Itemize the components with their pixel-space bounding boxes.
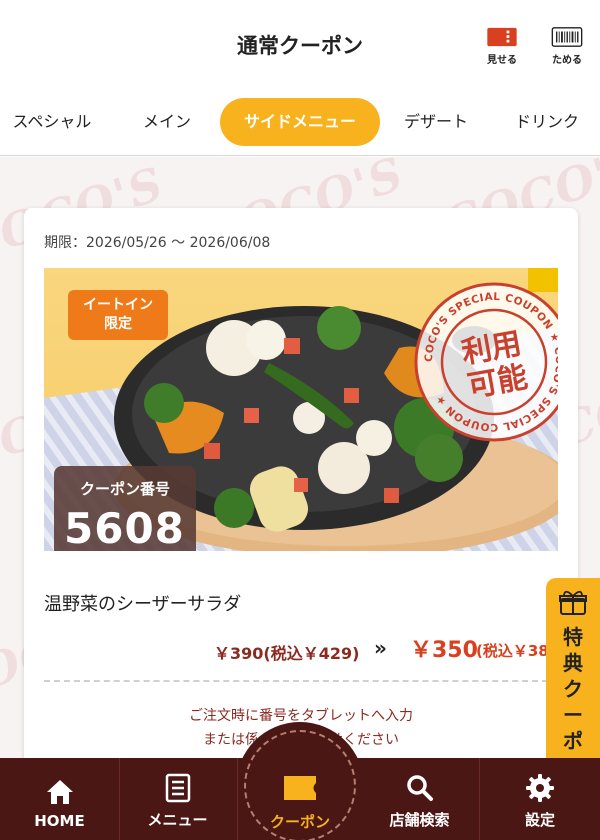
eat-in-only-badge: イートイン 限定 <box>68 290 168 340</box>
tab-side-menu[interactable]: サイドメニュー <box>220 98 380 146</box>
nav-store-search-label: 店舗検索 <box>389 811 450 829</box>
coupon-number-label: クーポン番号 <box>79 480 170 498</box>
dashed-divider <box>44 680 558 682</box>
home-icon <box>46 780 73 804</box>
barcode-icon <box>551 27 583 47</box>
price-row: ￥390(税込￥429) » ￥350 (税込￥385) <box>214 632 578 668</box>
show-card-label: 見せる <box>487 55 517 66</box>
available-stamp: COCO'S SPECIAL COUPON ★ COCO'S SPECIAL C… <box>414 282 558 442</box>
coupon-icon <box>284 776 316 800</box>
nav-menu[interactable]: メニュー <box>118 758 238 840</box>
nav-home[interactable]: HOME <box>0 758 120 840</box>
tab-main[interactable]: メイン <box>128 98 206 146</box>
category-tabs: スペシャル メイン サイドメニュー デザート ドリンク <box>0 90 600 156</box>
coupon-number-box: クーポン番号 5608 <box>54 466 196 551</box>
nav-home-label: HOME <box>34 812 85 830</box>
app-header: 通常クーポン 見せる ためる <box>0 0 600 90</box>
coupon-period: 期限：2026/05/26 〜 2026/06/08 <box>44 235 271 251</box>
gift-icon <box>559 590 587 615</box>
tab-drink[interactable]: ドリンク <box>504 98 590 146</box>
limited-label: 限定 <box>104 316 132 332</box>
coupon-number: 5608 <box>64 504 185 551</box>
save-points-button[interactable]: ためる <box>545 26 589 66</box>
search-icon <box>406 775 433 801</box>
save-points-label: ためる <box>552 55 582 66</box>
original-price: ￥390(税込￥429) <box>214 644 360 663</box>
product-name: 温野菜のシーザーサラダ <box>44 594 242 615</box>
nav-store-search[interactable]: 店舗検索 <box>360 758 480 840</box>
nav-settings-label: 設定 <box>524 811 555 829</box>
nav-settings[interactable]: 設定 <box>480 758 600 840</box>
product-photo: イートイン 限定 クーポン番号 5608 COCO'S SPECIAL COUP… <box>44 268 558 551</box>
eat-in-label: イートイン <box>83 297 153 313</box>
price-arrow: » <box>374 636 387 660</box>
menu-icon <box>165 773 190 803</box>
tab-special[interactable]: スペシャル <box>6 98 98 146</box>
nav-coupon[interactable]: クーポン <box>240 760 360 840</box>
gear-icon <box>526 774 554 802</box>
coupon-card[interactable]: 期限：2026/05/26 〜 2026/06/08 イートイン 限定 クーポン… <box>24 208 578 768</box>
nav-menu-label: メニュー <box>147 811 208 829</box>
show-card-icon <box>487 27 517 47</box>
bonus-coupon-tab[interactable]: 特典クーポン <box>546 578 600 768</box>
nav-coupon-label: クーポン <box>269 813 330 831</box>
bonus-coupon-label: 特典クーポン <box>563 625 583 768</box>
tab-dessert[interactable]: デザート <box>396 98 476 146</box>
show-card-button[interactable]: 見せる <box>480 26 524 66</box>
discount-price: ￥350 <box>410 638 478 663</box>
